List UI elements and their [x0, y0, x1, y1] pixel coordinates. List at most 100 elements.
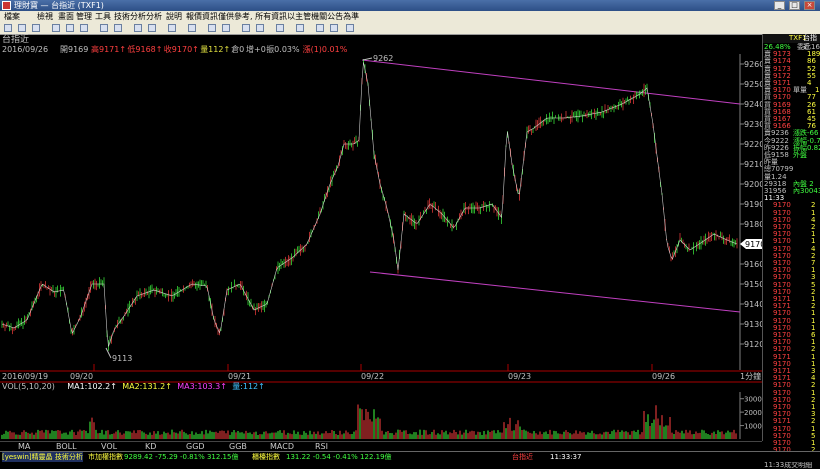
- toolbar-text-icon[interactable]: [148, 24, 156, 32]
- ohlc-item: 振0.03%: [266, 44, 300, 54]
- price-tick-label: 9200: [744, 180, 762, 189]
- toolbar-tools-icon[interactable]: [242, 24, 250, 32]
- ohlc-item: 倉0: [231, 44, 244, 54]
- ask-row: 賣 9172 55: [763, 72, 820, 80]
- price-tick-label: 9260: [744, 60, 762, 69]
- title-bar: 理財寶 — 台指近 (TXF1) _ □ ×: [0, 0, 820, 11]
- price-tick-label: 9210: [744, 160, 762, 169]
- price-tick-label: 9150: [744, 280, 762, 289]
- toolbar-zoom-icon[interactable]: [134, 24, 142, 32]
- ask-row-cell: 4: [807, 79, 812, 87]
- maximize-button[interactable]: □: [789, 1, 800, 10]
- ohlc-item: 量112↑: [200, 45, 230, 54]
- toolbar-dash-icon[interactable]: [276, 24, 284, 32]
- toolbar-bar-icon[interactable]: [208, 24, 216, 32]
- price-tick-label: 9220: [744, 140, 762, 149]
- menu-file[interactable]: 檔案: [4, 11, 20, 22]
- ohlc-item: 收9170↑: [164, 44, 199, 54]
- quote-panel: TXF1 台指近 26.48%委比165賣9173189賣917486賣9173…: [762, 34, 820, 468]
- minimize-button[interactable]: _: [774, 1, 785, 10]
- low-label: 9113: [112, 354, 132, 363]
- timeframe-label: 1分鐘: [740, 371, 761, 381]
- date-axis: 2016/09/19 09/20 09/21 09/22 09/23 09/26 1分鐘: [0, 364, 762, 383]
- toolbar-back-icon[interactable]: [52, 24, 60, 32]
- toolbar-minus-icon[interactable]: [32, 24, 40, 32]
- toolbar-flag-icon[interactable]: [330, 24, 338, 32]
- volume-info-item: MA3:103.3↑: [177, 382, 227, 391]
- price-tick-label: 9140: [744, 300, 762, 309]
- chart-area[interactable]: 台指近 2016/09/26 開9169 高9171↑ 低9168↑ 收9170↑ 量11…: [0, 33, 765, 441]
- ohlc-info: 2016/09/26 開9169 高9171↑ 低9168↑ 收9170↑ 量112↑ 倉0…: [2, 44, 348, 54]
- ohlc-item: 高9171↑: [91, 44, 126, 54]
- status-bar: [yeswin]精靈晶 技術分析 市加權指數 9289.42 -75.29 -0…: [0, 451, 820, 462]
- ohlc-item: 漲(1)0.01%: [303, 45, 348, 54]
- ask-row: 賣 9171 4: [763, 80, 820, 87]
- menu-view[interactable]: 檢視: [37, 11, 53, 22]
- ohlc-item: 增+0: [246, 44, 266, 54]
- date-label: 09/23: [508, 372, 531, 381]
- ticks-footer: 11:33成交明細: [763, 460, 820, 469]
- price-tick-label: 9190: [744, 200, 762, 209]
- ohlc-item: 低9168↑: [127, 44, 162, 54]
- menu-tools[interactable]: 工具: [95, 11, 111, 22]
- chart-symbol: 台指近: [2, 34, 29, 45]
- date-label: 09/26: [652, 372, 675, 381]
- menu-screen[interactable]: 畫面: [58, 11, 74, 22]
- toolbar-grid-icon[interactable]: [188, 24, 196, 32]
- price-tick-label: 9130: [744, 320, 762, 329]
- toolbar-select-icon[interactable]: [100, 24, 108, 32]
- price-tick-label: 9240: [744, 100, 762, 109]
- volume-axis: 1000 2000 3000: [739, 392, 762, 439]
- menu-tech-analysis[interactable]: 技術分析: [114, 11, 146, 22]
- mid-row-cell: 單量: [793, 86, 807, 95]
- close-button[interactable]: ×: [804, 1, 815, 10]
- date-label: 09/21: [228, 372, 251, 381]
- toolbar-copy-icon[interactable]: [296, 24, 304, 32]
- volume-info: VOL(5,10,20) MA1:102.2↑ MA2:131.2↑ MA3:103.…: [2, 382, 265, 391]
- high-pointer: [362, 57, 373, 61]
- price-axis: 9120 9130 9140 9150 9160 9170 9180 9190 9200 9210…: [740, 60, 764, 349]
- toolbar-period-icon[interactable]: [168, 24, 176, 32]
- date-label: 2016/09/19: [2, 372, 48, 381]
- summary-row-cell: 內30043: [793, 187, 820, 195]
- toolbar-sun-icon[interactable]: [316, 24, 324, 32]
- price-tick-label: 9250: [744, 80, 762, 89]
- summary-row-cell: 外盤: [793, 151, 807, 159]
- toolbar-line-icon[interactable]: [114, 24, 122, 32]
- app-icon: [2, 1, 11, 10]
- toolbar-bars-icon[interactable]: [66, 24, 74, 32]
- toolbar-draw-icon[interactable]: [80, 24, 88, 32]
- ticks-footer-cell: 11:33成交明細: [764, 460, 813, 469]
- price-tick-label: 9230: [744, 120, 762, 129]
- quote-header: TXF1 台指近: [763, 34, 820, 51]
- volume-info-item: MA1:102.2↑: [67, 382, 117, 391]
- price-tick-label: 9180: [744, 220, 762, 229]
- volume-info-item: VOL(5,10,20): [2, 382, 55, 391]
- last-price-label: 9170: [745, 240, 762, 249]
- date-label: 09/20: [70, 372, 93, 381]
- menu-help[interactable]: 說明: [166, 11, 182, 22]
- volume-tick-label: 3000: [744, 396, 762, 404]
- date-label: 09/22: [361, 372, 384, 381]
- window-title: 理財寶 — 台指近 (TXF1): [14, 1, 104, 10]
- toolbar-save-icon[interactable]: [346, 24, 354, 32]
- ohlc-item: 開9169: [60, 45, 88, 54]
- volume-info-item: MA2:131.2↑: [122, 382, 172, 391]
- toolbar-cross-icon[interactable]: [18, 24, 26, 32]
- toolbar-chart-icon[interactable]: [4, 24, 12, 32]
- menu-manage[interactable]: 管理: [76, 11, 92, 22]
- volume-info-item: 量:112↑: [232, 382, 265, 391]
- toolbar-candle-icon[interactable]: [222, 24, 230, 32]
- toolbar-paint-icon[interactable]: [256, 24, 264, 32]
- high-label: 9262: [373, 54, 393, 63]
- menu-analysis[interactable]: 分析: [146, 11, 162, 22]
- volume-bars: [1, 404, 737, 439]
- volume-tick-label: 1000: [744, 423, 762, 431]
- price-chart[interactable]: 台指近 2016/09/26 開9169 高9171↑ 低9168↑ 收9170↑ 量11…: [0, 33, 765, 441]
- channel-upper: [361, 59, 741, 105]
- price-tick-label: 9120: [744, 340, 762, 349]
- menu-notice: 報價資訊僅供參考, 所有資訊以主管機關公告為準: [186, 12, 360, 21]
- volume-tick-label: 2000: [744, 409, 762, 417]
- trend-channel: [361, 59, 741, 313]
- channel-lower: [369, 271, 741, 313]
